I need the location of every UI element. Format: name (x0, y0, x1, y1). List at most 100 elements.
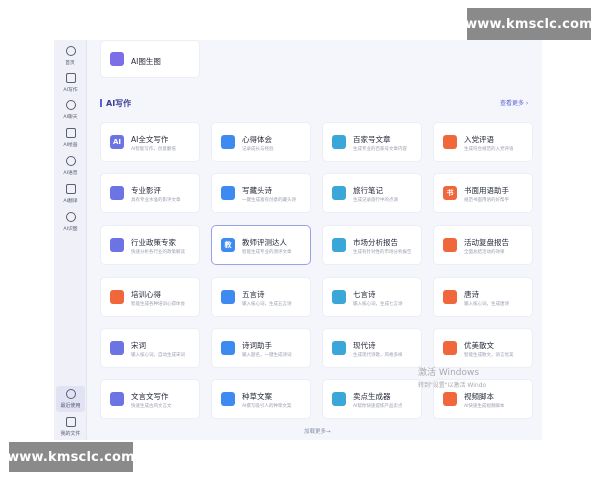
card-title: 诗词助手 (242, 341, 272, 350)
card-title: 活动复盘报告 (464, 238, 509, 247)
feature-card[interactable]: 优美散文智能生成散文，语言优美 (433, 328, 533, 368)
feature-card[interactable]: 心得体会记录成长与经验 (211, 122, 311, 162)
card-title: AI全文写作 (131, 135, 169, 144)
card-icon (221, 392, 235, 406)
card-icon (443, 238, 457, 252)
feature-card[interactable]: 现代诗生成现代诗歌，风格多样 (322, 328, 422, 368)
see-more-link[interactable]: 查看更多 › (500, 98, 528, 107)
card-icon (110, 392, 124, 406)
page: www.kmsclc.com 首页 AI写作 AI聊天 AI绘画 AI语音 AI翻译 AI识… (0, 0, 600, 480)
card-icon (443, 341, 457, 355)
card-description: 智能生成专业的测评文章 (242, 250, 292, 255)
sidebar-bottom-label: 最近使用 (60, 403, 81, 409)
feature-card[interactable]: 入党评语 生成符合规范的入党评语 (433, 122, 533, 162)
card-description: AI撰写吸引人的种草文案 (242, 404, 292, 409)
card-icon (443, 392, 457, 406)
feature-card[interactable]: 五言诗 输入核心词，生成五言诗 (211, 277, 311, 317)
card-ai-image-to-image[interactable]: AI图生图 (100, 40, 200, 78)
card-description: AI快速生成视频脚本 (464, 404, 505, 409)
sidebar-item-label: AI识图 (63, 226, 78, 232)
sidebar-item-label: AI翻译 (63, 198, 78, 204)
feature-card[interactable]: 唐诗输入核心词，生成唐诗 (433, 277, 533, 317)
card-icon (332, 341, 346, 355)
card-description: 规范书面用语的好帮手 (464, 198, 509, 203)
feature-card[interactable]: 书书面用语助手 规范书面用语的好帮手 (433, 173, 533, 213)
card-title: 五言诗 (242, 290, 265, 299)
feature-card[interactable]: 培训心得 智能生成各种培训心得体会 (100, 277, 200, 317)
load-more-link[interactable]: 加载更多→ (304, 427, 331, 435)
feature-card[interactable]: 旅行笔记 生成记录旅行中的点滴 (322, 173, 422, 213)
sidebar-item-1[interactable]: AI写作 (54, 71, 87, 97)
feature-card[interactable]: 文言文写作 快速生成古风文言文 (100, 379, 200, 419)
card-description: 智能生成散文，语言优美 (464, 353, 514, 358)
sidebar-item-label: AI聊天 (63, 114, 78, 120)
card-icon: 书 (443, 186, 457, 200)
card-title: 市场分析报告 (353, 238, 398, 247)
feature-card[interactable]: 市场分析报告 生成有针对性的市场分析报告 (322, 225, 422, 265)
card-icon (332, 135, 346, 149)
translate-icon (65, 184, 76, 194)
feature-card[interactable]: 行业政策专家 快速分析各行业的政策解读 (100, 225, 200, 265)
feature-card[interactable]: 种草文案 AI撰写吸引人的种草文案 (211, 379, 311, 419)
feature-card[interactable]: 教教师评测达人智能生成专业的测评文章 (211, 225, 311, 265)
card-description: 智能生成各种培训心得体会 (131, 302, 185, 307)
feature-card[interactable]: 七言诗 输入核心词，生成七言诗 (322, 277, 422, 317)
card-icon (332, 290, 346, 304)
card-icon (110, 186, 124, 200)
brush-icon (65, 128, 76, 138)
headphones-icon (65, 156, 76, 166)
card-description: 生成符合规范的入党评语 (464, 147, 514, 152)
sidebar-bottom-item-1[interactable]: 我的文件 (56, 414, 85, 440)
card-title: AI图生图 (131, 57, 161, 66)
sidebar-item-label: 首页 (65, 60, 76, 66)
sidebar-bottom-label: 我的文件 (60, 431, 81, 437)
card-icon (221, 341, 235, 355)
card-icon (332, 238, 346, 252)
sidebar-item-5[interactable]: AI翻译 (54, 182, 87, 208)
image-icon (110, 52, 124, 66)
feature-card[interactable]: 专业影评 具有专业水准的影评文章 (100, 173, 200, 213)
sidebar-item-0[interactable]: 首页 (54, 44, 87, 70)
card-description: 输入核心词，生成唐诗 (464, 302, 509, 307)
sidebar-bottom-item-0[interactable]: 最近使用 (56, 386, 85, 412)
sidebar-item-4[interactable]: AI语音 (54, 154, 87, 180)
card-description: 生成专业的百家号文章内容 (353, 147, 407, 152)
windows-activation-notice: 激活 Windows 转到"设置"以激活 Windo (418, 365, 486, 389)
sidebar-item-6[interactable]: AI识图 (54, 210, 87, 236)
card-title: 行业政策专家 (131, 238, 176, 247)
card-title: 种草文案 (242, 392, 272, 401)
card-title: 心得体会 (242, 135, 272, 144)
sidebar-item-label: AI写作 (63, 87, 78, 93)
card-icon (443, 135, 457, 149)
card-icon (110, 341, 124, 355)
sidebar-item-2[interactable]: AI聊天 (54, 98, 87, 124)
card-title: 教师评测达人 (242, 238, 287, 247)
card-description: 全面总结活动的效果 (464, 250, 505, 255)
section-title: AI写作 (106, 99, 132, 108)
sidebar-item-3[interactable]: AI绘画 (54, 126, 87, 152)
card-title: 优美散文 (464, 341, 494, 350)
feature-card[interactable]: 诗词助手 输入题名，一键生成诗词 (211, 328, 311, 368)
card-description: 生成记录旅行中的点滴 (353, 198, 398, 203)
card-description: 生成现代诗歌，风格多样 (353, 353, 403, 358)
feature-card[interactable]: AI AI全文写作 AI智能写作，创意翻倍 (100, 122, 200, 162)
pen-icon (65, 73, 76, 83)
card-description: 快速生成古风文言文 (131, 404, 172, 409)
card-title: 现代诗 (353, 341, 376, 350)
section-accent-bar (100, 99, 102, 107)
feature-card[interactable]: 卖点生成器 AI帮你快速提炼产品卖点 (322, 379, 422, 419)
card-title: 视频脚本 (464, 392, 494, 401)
card-description: 输入核心词，自动生成宋词 (131, 353, 185, 358)
feature-card[interactable]: 宋词 输入核心词，自动生成宋词 (100, 328, 200, 368)
sidebar: 首页 AI写作 AI聊天 AI绘画 AI语音 AI翻译 AI识图最近使用我的文件 (54, 40, 87, 440)
card-description: AI帮你快速提炼产品卖点 (353, 404, 403, 409)
feature-card[interactable]: 百家号文章 生成专业的百家号文章内容 (322, 122, 422, 162)
card-icon (443, 290, 457, 304)
card-description: 记录成长与经验 (242, 147, 274, 152)
card-title: 唐诗 (464, 290, 479, 299)
card-description: 一键生成富有创意的藏头诗 (242, 198, 296, 203)
feature-card[interactable]: 活动复盘报告全面总结活动的效果 (433, 225, 533, 265)
card-icon: 教 (221, 238, 235, 252)
feature-card[interactable]: 写藏头诗 一键生成富有创意的藏头诗 (211, 173, 311, 213)
chat-icon (65, 100, 76, 110)
